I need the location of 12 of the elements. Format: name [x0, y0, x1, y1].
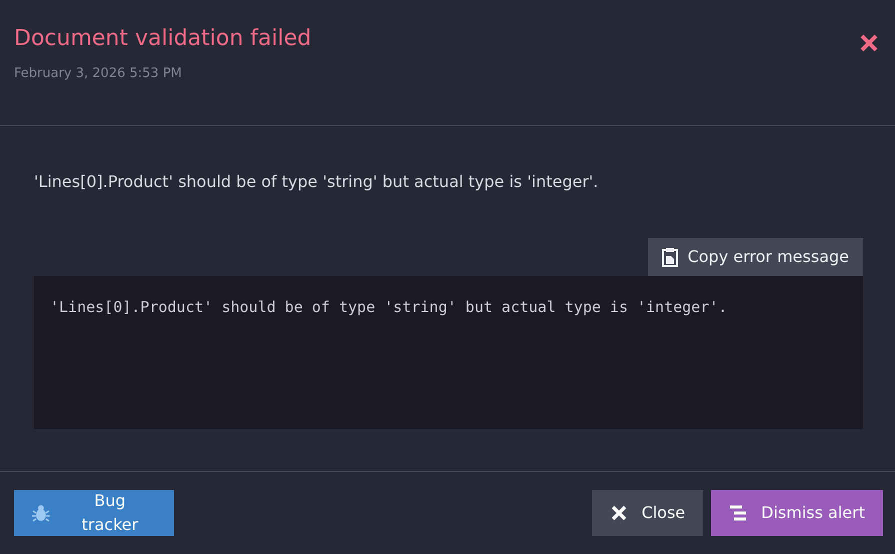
bug-tracker-button[interactable]: Bug tracker	[14, 490, 174, 536]
dialog-title: Document validation failed	[14, 25, 312, 53]
copy-button[interactable]: Copy error message	[648, 238, 863, 276]
timestamp: February 3, 2026 5:53 PM	[14, 65, 183, 83]
stacked-lines-icon	[729, 504, 748, 522]
error-message: 'Lines[0].Product' should be of type 'string' but actual type is 'integer'.	[34, 171, 600, 193]
code-block: 'Lines[0].Product' should be of type 'string' but actual type is 'integer'.	[34, 276, 863, 429]
dismiss-button[interactable]: Dismiss alert	[711, 490, 883, 536]
clipboard-icon	[662, 247, 678, 267]
bug-icon	[32, 503, 50, 523]
x-icon	[610, 504, 628, 522]
close-button[interactable]: Close	[592, 490, 704, 536]
